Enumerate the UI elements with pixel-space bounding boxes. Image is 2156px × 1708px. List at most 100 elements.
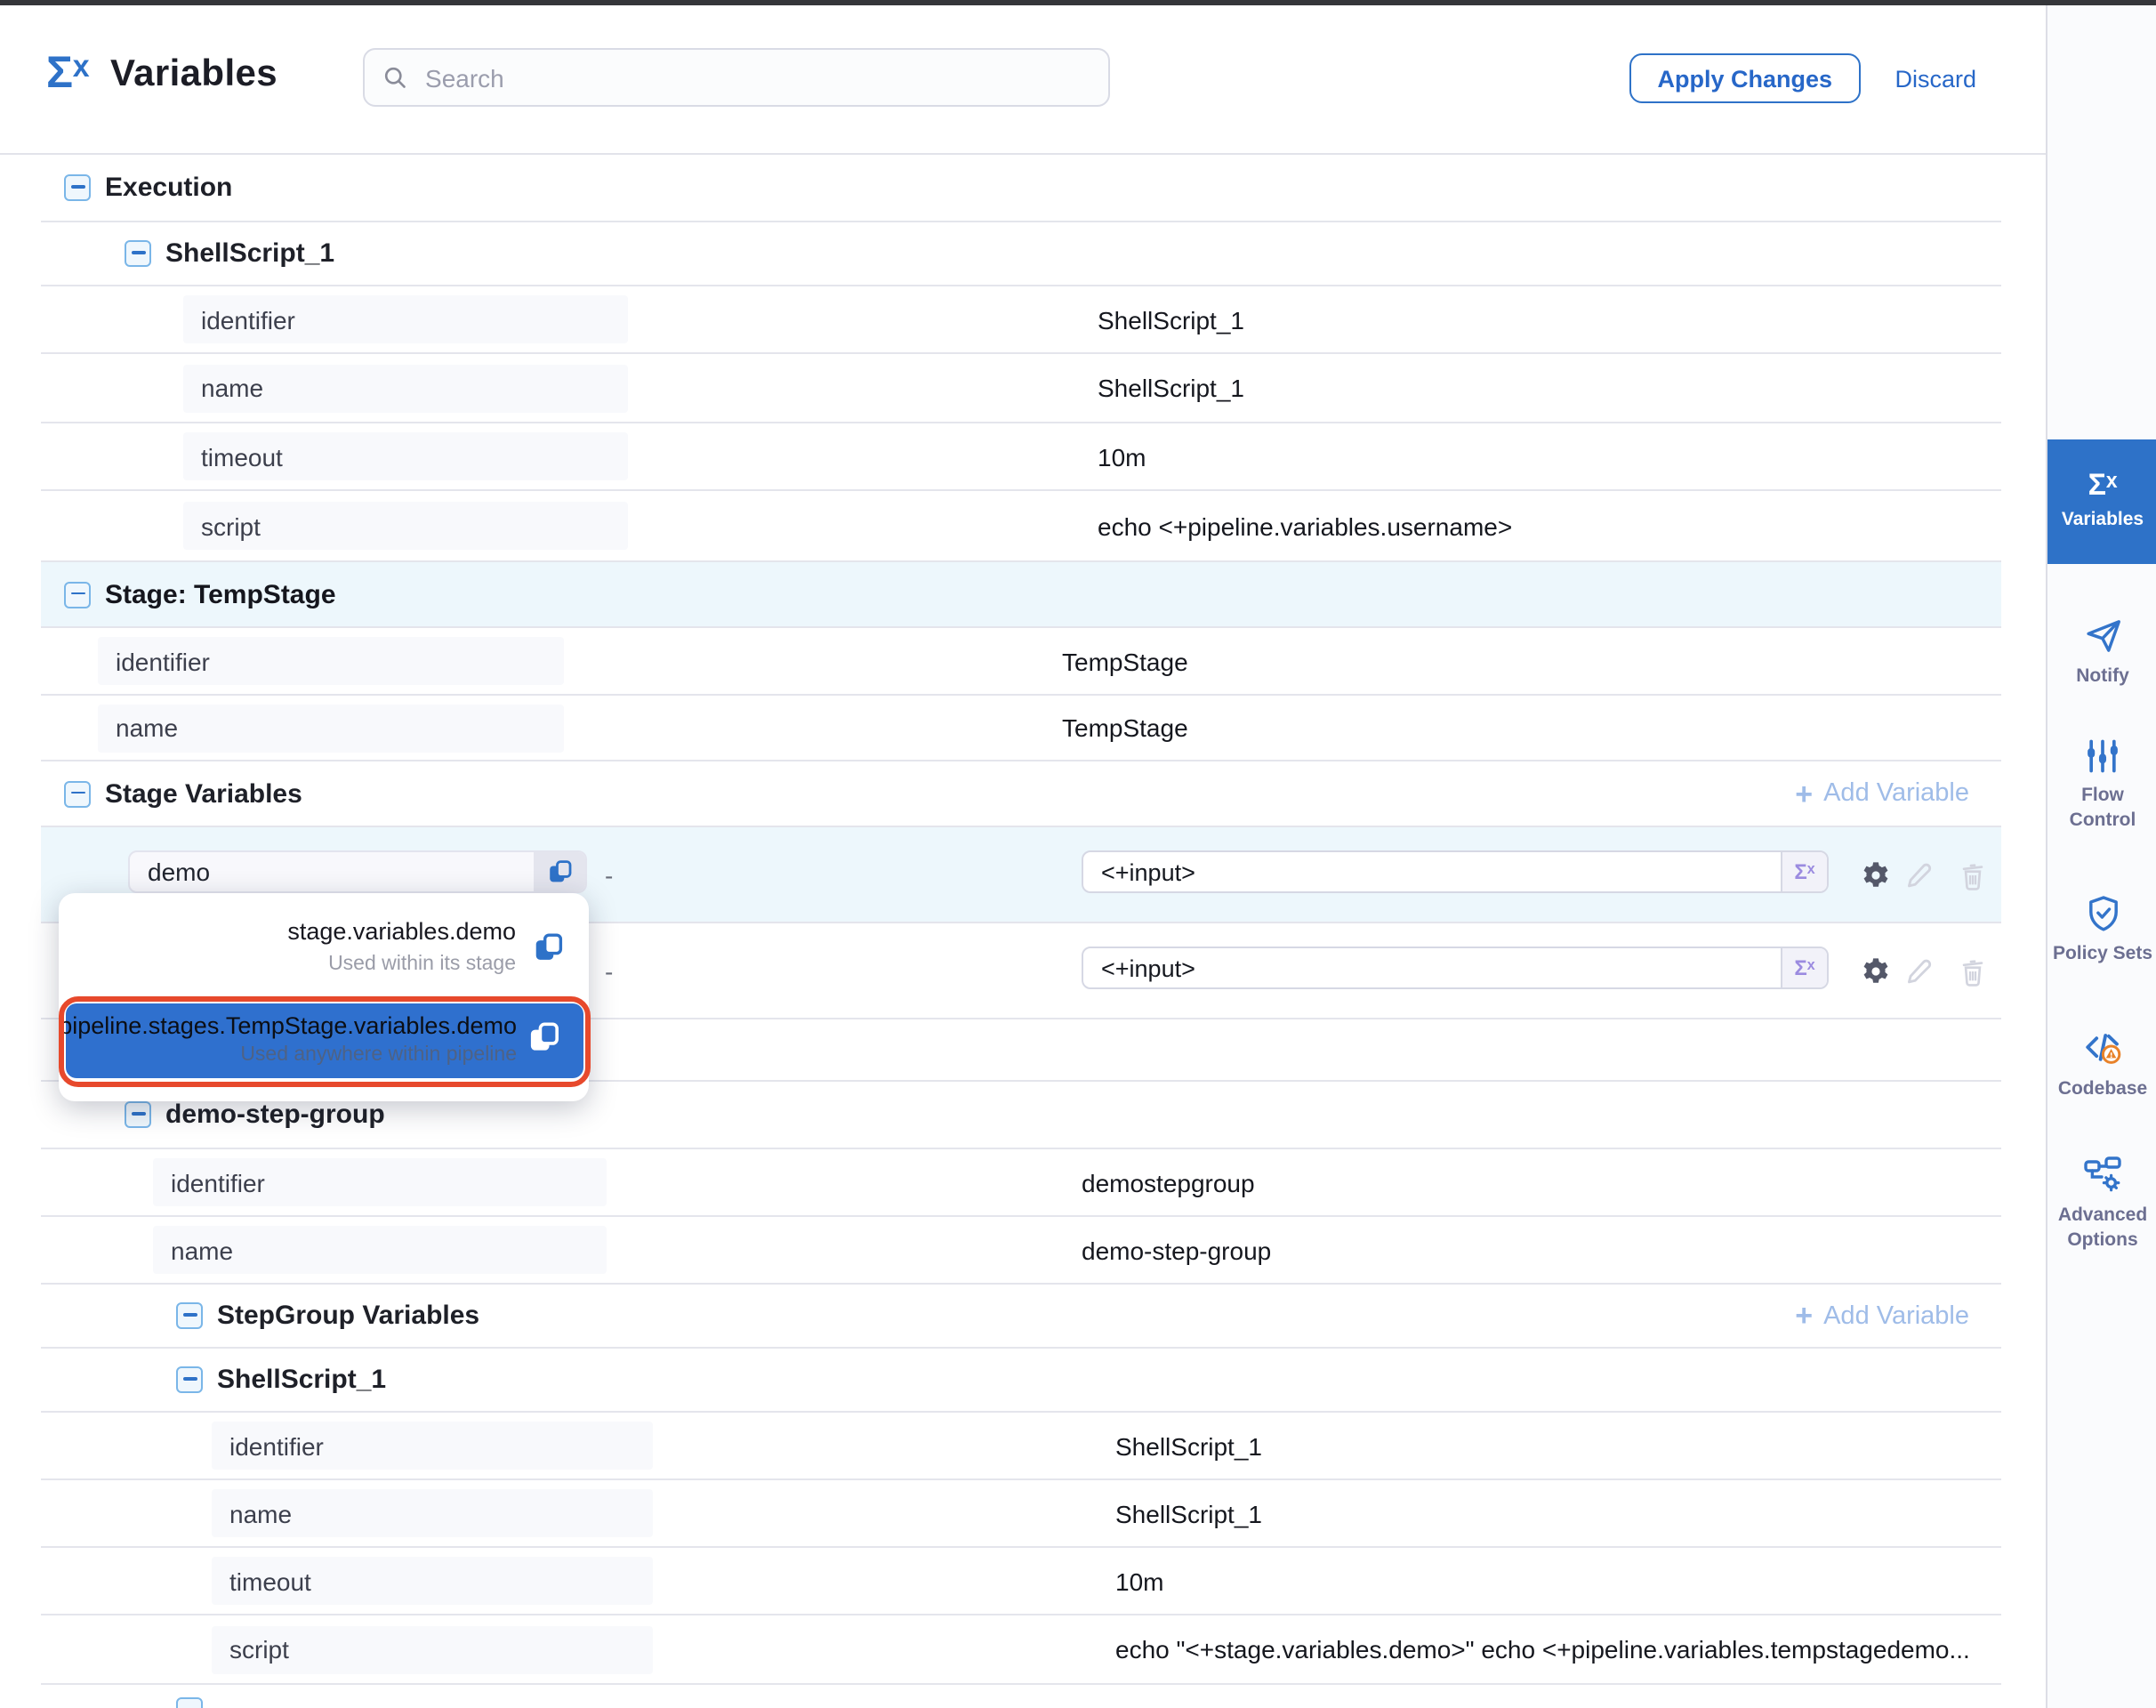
rail-label: Policy Sets	[2053, 943, 2152, 967]
apply-changes-button[interactable]: Apply Changes	[1629, 53, 1861, 103]
variable-name-input[interactable]: demo	[128, 850, 587, 893]
field-label: identifier	[153, 1158, 607, 1206]
field-label: script	[183, 502, 628, 550]
row-partial	[41, 1685, 2001, 1708]
collapse-icon[interactable]	[176, 1302, 203, 1329]
expression-button[interactable]: Σˣ	[1781, 852, 1827, 891]
copy-icon	[534, 932, 564, 963]
collapse-icon[interactable]	[64, 174, 91, 201]
field-value: TempStage	[1062, 713, 1188, 742]
rail-label: Codebase	[2058, 1077, 2147, 1101]
copy-button[interactable]	[534, 852, 585, 891]
search-icon	[382, 64, 407, 91]
expression-button[interactable]: Σˣ	[1781, 948, 1827, 987]
delete-button[interactable]	[1959, 955, 1987, 986]
variable-path-popup: stage.variables.demo Used within its sta…	[59, 893, 589, 1101]
collapse-icon[interactable]	[64, 581, 91, 608]
edit-button[interactable]	[1903, 859, 1934, 890]
row-execution: Execution	[41, 155, 2001, 222]
field-label: timeout	[212, 1557, 653, 1605]
plus-icon: +	[1795, 778, 1813, 809]
popup-item-stage-scope[interactable]: stage.variables.demo Used within its sta…	[59, 911, 589, 993]
search-input[interactable]	[422, 61, 1090, 93]
row-field: script echo <+pipeline.variables.usernam…	[41, 491, 2001, 562]
row-field: timeout 10m	[41, 423, 2001, 491]
row-field: name ShellScript_1	[41, 1480, 2001, 1548]
field-label: script	[212, 1625, 653, 1673]
field-label: identifier	[183, 295, 628, 343]
field-value: ShellScript_1	[1098, 374, 1244, 402]
collapse-icon[interactable]	[176, 1697, 203, 1708]
rail-label: Variables	[2062, 509, 2144, 533]
sigma-x-icon: Σˣ	[2088, 470, 2118, 500]
rail-item-policy-sets[interactable]: Policy Sets	[2047, 868, 2156, 993]
edit-button[interactable]	[1903, 955, 1934, 986]
row-field: identifier TempStage	[41, 628, 2001, 696]
gear-icon	[1861, 859, 1891, 890]
collapse-icon[interactable]	[125, 240, 151, 267]
field-value: demostepgroup	[1082, 1168, 1255, 1196]
rail-label: Flow Control	[2047, 785, 2156, 834]
pencil-icon	[1903, 859, 1934, 890]
field-label: timeout	[183, 432, 628, 480]
collapse-icon[interactable]	[64, 780, 91, 807]
variable-name: demo	[130, 858, 534, 886]
variable-value: <+input>	[1083, 955, 1781, 981]
field-value: ShellScript_1	[1115, 1431, 1262, 1460]
rail-item-variables[interactable]: Σˣ Variables	[2047, 439, 2156, 564]
row-stepgroup-variables: StepGroup Variables + Add Variable	[41, 1285, 2001, 1349]
sigma-x-icon: Σˣ	[1794, 955, 1814, 980]
add-variable-button[interactable]: + Add Variable	[1795, 1301, 1969, 1331]
codebase-warning-icon	[2081, 1026, 2124, 1068]
row-field: identifier ShellScript_1	[41, 286, 2001, 354]
add-variable-button[interactable]: + Add Variable	[1795, 778, 1969, 809]
field-label: name	[153, 1226, 607, 1274]
rail-item-flow-control[interactable]: Flow Control	[2047, 722, 2156, 847]
annotation-highlight	[58, 995, 590, 1086]
delete-button[interactable]	[1959, 859, 1987, 890]
variable-value-input[interactable]: <+input> Σˣ	[1082, 850, 1829, 893]
search-box[interactable]	[363, 48, 1110, 107]
settings-button[interactable]	[1861, 955, 1891, 986]
page-title: Variables	[110, 53, 278, 96]
row-field: identifier demostepgroup	[41, 1149, 2001, 1217]
collapse-icon[interactable]	[125, 1101, 151, 1128]
field-label: name	[183, 364, 628, 412]
variable-value-input[interactable]: <+input> Σˣ	[1082, 947, 1829, 989]
row-field: identifier ShellScript_1	[41, 1413, 2001, 1480]
row-stage-variables: Stage Variables + Add Variable	[41, 761, 2001, 827]
group-label: ShellScript_1	[217, 1365, 386, 1395]
copy-button[interactable]	[534, 932, 564, 963]
popup-item-subtitle: Used anywhere within pipeline	[240, 1044, 517, 1066]
field-value: echo <+pipeline.variables.username>	[1098, 512, 1512, 540]
flow-gear-icon	[2081, 1153, 2124, 1196]
popup-item-title: pipeline.stages.TempStage.variables.demo	[59, 1012, 517, 1039]
group-label: Stage Variables	[105, 778, 302, 809]
discard-button[interactable]: Discard	[1895, 53, 1976, 103]
settings-button[interactable]	[1861, 859, 1891, 890]
rail-item-advanced-options[interactable]: Advanced Options	[2047, 1140, 2156, 1265]
row-shellscript1: ShellScript_1	[41, 222, 2001, 286]
popup-item-pipeline-scope[interactable]: pipeline.stages.TempStage.variables.demo…	[65, 1003, 583, 1078]
group-label: ShellScript_1	[165, 238, 334, 269]
right-rail: Σˣ Variables Notify Flow Control Policy …	[2046, 5, 2156, 1708]
collapse-icon[interactable]	[176, 1366, 203, 1393]
variables-panel: Σˣ Variables Apply Changes Discard Σˣ Va…	[0, 0, 2156, 1708]
variable-value: <+input>	[1083, 858, 1781, 885]
rail-item-notify[interactable]: Notify	[2047, 601, 2156, 705]
field-value: demo-step-group	[1082, 1236, 1271, 1264]
sigma-x-icon: Σˣ	[1794, 859, 1814, 884]
row-field: script echo "<+stage.variables.demo>" ec…	[41, 1615, 2001, 1685]
group-label: demo-step-group	[165, 1100, 385, 1130]
paper-plane-icon	[2082, 616, 2123, 657]
row-field: name demo-step-group	[41, 1217, 2001, 1285]
row-stage-header: Stage: TempStage	[41, 562, 2001, 628]
rail-item-codebase[interactable]: Codebase	[2047, 1012, 2156, 1116]
field-label: identifier	[98, 637, 564, 685]
field-value: ShellScript_1	[1115, 1499, 1262, 1527]
copy-button[interactable]	[527, 1021, 559, 1053]
field-value: TempStage	[1062, 647, 1188, 675]
copy-icon	[547, 859, 572, 884]
required-dash: -	[605, 860, 613, 889]
plus-icon: +	[1795, 1301, 1813, 1331]
